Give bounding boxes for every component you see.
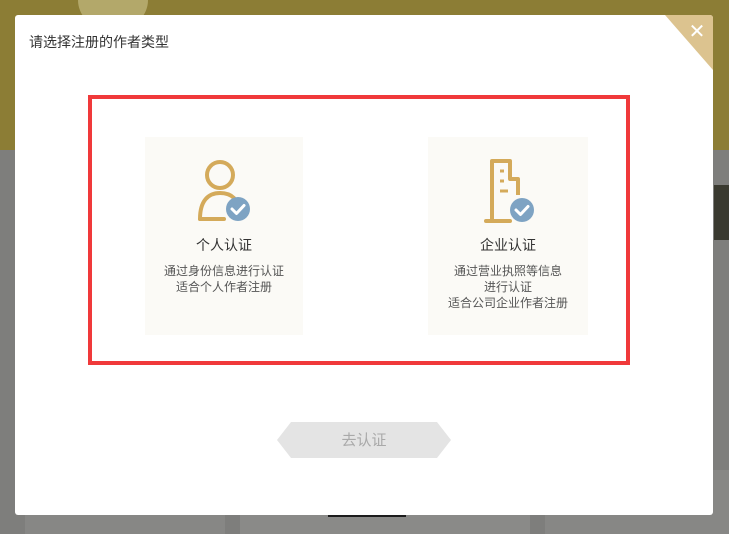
description-line: 适合个人作者注册 <box>175 280 272 294</box>
personal-option-description: 通过身份信息进行认证 适合个人作者注册 <box>145 263 303 295</box>
dialog-title: 请选择注册的作者类型 <box>29 35 169 51</box>
description-line: 通过身份信息进行认证 <box>163 264 284 278</box>
description-line: 进行认证 <box>483 280 532 294</box>
background-side-element <box>714 185 729 240</box>
document-verified-icon <box>484 159 534 223</box>
enterprise-verification-option[interactable]: 企业认证 通过营业执照等信息 进行认证 适合公司企业作者注册 <box>428 137 588 335</box>
author-type-dialog: 请选择注册的作者类型 ✕ 个人认证 通过身份信息进行认证 适合个人作者注册 企业… <box>15 15 713 515</box>
description-line: 通过营业执照等信息 <box>453 264 562 278</box>
enterprise-option-title: 企业认证 <box>480 238 536 254</box>
close-icon[interactable]: ✕ <box>685 19 709 43</box>
person-verified-icon <box>198 160 250 221</box>
description-line: 适合公司企业作者注册 <box>447 296 568 310</box>
go-verify-button[interactable]: 去认证 <box>277 422 451 458</box>
enterprise-option-description: 通过营业执照等信息 进行认证 适合公司企业作者注册 <box>428 263 588 311</box>
personal-option-title: 个人认证 <box>196 238 252 254</box>
personal-verification-option[interactable]: 个人认证 通过身份信息进行认证 适合个人作者注册 <box>145 137 303 335</box>
options-highlight-frame: 个人认证 通过身份信息进行认证 适合个人作者注册 企业认证 通过营业执照等信息 … <box>88 95 630 365</box>
